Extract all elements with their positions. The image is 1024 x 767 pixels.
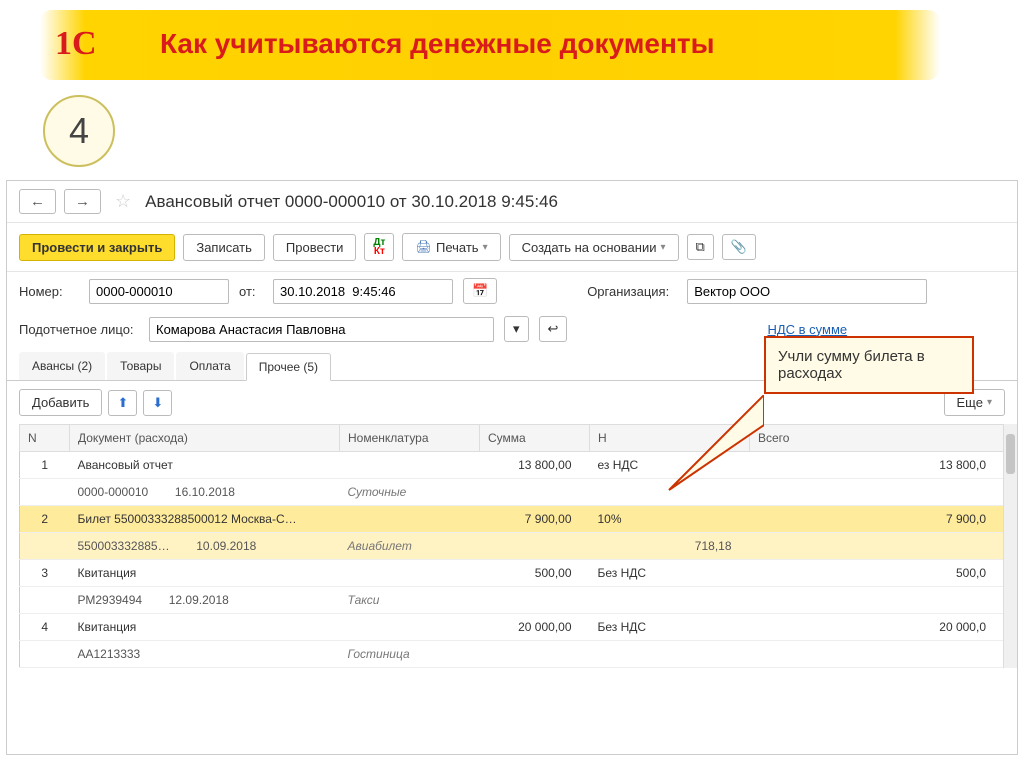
post-and-close-button[interactable]: Провести и закрыть (19, 234, 175, 261)
person-open-button[interactable]: ↩ (539, 316, 568, 342)
app-window: ← → ☆ Авансовый отчет 0000-000010 от 30.… (6, 180, 1018, 755)
org-input[interactable] (687, 279, 927, 304)
structure-icon: ⧉ (696, 239, 705, 255)
add-button[interactable]: Добавить (19, 389, 102, 416)
create-based-button[interactable]: Создать на основании (509, 234, 679, 261)
post-button[interactable]: Провести (273, 234, 357, 261)
from-label: от: (239, 284, 263, 299)
toolbar: Провести и закрыть Записать Провести ДтК… (7, 223, 1017, 272)
calendar-button[interactable]: 📅 (463, 278, 497, 304)
col-sum: Сумма (480, 425, 590, 452)
back-button[interactable]: ← (19, 189, 56, 214)
col-n: N (20, 425, 70, 452)
move-up-button[interactable]: ⬆ (108, 390, 137, 416)
print-label: Печать (436, 240, 479, 255)
scrollbar-thumb[interactable] (1006, 434, 1015, 474)
calendar-icon: 📅 (472, 283, 488, 299)
table-row-sub[interactable]: РМ2939494 12.09.2018Такси (20, 587, 1005, 614)
tab-payment[interactable]: Оплата (176, 352, 243, 380)
grid-wrap: N Документ (расхода) Номенклатура Сумма … (7, 424, 1017, 668)
col-nom: Номенклатура (340, 425, 480, 452)
dt-kt-button[interactable]: ДтКт (364, 233, 394, 261)
tab-other[interactable]: Прочее (5) (246, 353, 331, 381)
move-down-button[interactable]: ⬇ (143, 390, 172, 416)
table-row[interactable]: 2Билет 55000333288500012 Москва-С…7 900,… (20, 506, 1005, 533)
table-row-sub[interactable]: 0000-000010 16.10.2018Суточные (20, 479, 1005, 506)
titlebar: ← → ☆ Авансовый отчет 0000-000010 от 30.… (7, 181, 1017, 223)
logo-1c: 1С (55, 25, 97, 63)
print-button[interactable]: 🖨 Печать (402, 233, 500, 261)
table-row-sub[interactable]: АА1213333 Гостиница (20, 641, 1005, 668)
number-input[interactable] (89, 279, 229, 304)
document-title: Авансовый отчет 0000-000010 от 30.10.201… (145, 192, 558, 212)
favorite-icon[interactable]: ☆ (115, 191, 131, 212)
expense-grid[interactable]: N Документ (расхода) Номенклатура Сумма … (19, 424, 1005, 668)
col-doc: Документ (расхода) (70, 425, 340, 452)
table-row[interactable]: 4Квитанция20 000,00Без НДС20 000,0 (20, 614, 1005, 641)
step-badge: 4 (43, 95, 115, 167)
number-label: Номер: (19, 284, 79, 299)
vat-link[interactable]: НДС в сумме (767, 322, 847, 337)
attachment-button[interactable]: 📎 (722, 234, 756, 260)
slide-header: 1С Как учитываются денежные документы (0, 0, 1024, 110)
print-icon: 🖨 (415, 239, 432, 255)
dt-kt-icon: ДтКт (373, 238, 385, 256)
date-input[interactable] (273, 279, 453, 304)
col-total: Всего (750, 425, 1005, 452)
person-input[interactable] (149, 317, 494, 342)
forward-button[interactable]: → (64, 189, 101, 214)
structure-button[interactable]: ⧉ (687, 234, 714, 260)
save-button[interactable]: Записать (183, 234, 265, 261)
tab-goods[interactable]: Товары (107, 352, 174, 380)
org-label: Организация: (587, 284, 677, 299)
tab-advances[interactable]: Авансы (2) (19, 352, 105, 380)
form-row-number: Номер: от: 📅 Организация: (7, 272, 1017, 310)
table-row-sub[interactable]: 550003332885… 10.09.2018Авиабилет718,18 (20, 533, 1005, 560)
grid-scrollbar[interactable] (1003, 424, 1017, 668)
paperclip-icon: 📎 (731, 239, 747, 255)
callout-box: Учли сумму билета в расходах (764, 336, 974, 394)
callout-pointer (664, 395, 764, 495)
person-label: Подотчетное лицо: (19, 322, 139, 337)
person-select-button[interactable]: ▾ (504, 316, 529, 342)
table-row[interactable]: 3Квитанция500,00Без НДС500,0 (20, 560, 1005, 587)
slide-title: Как учитываются денежные документы (160, 28, 715, 60)
table-row[interactable]: 1Авансовый отчет13 800,00ез НДС13 800,0 (20, 452, 1005, 479)
